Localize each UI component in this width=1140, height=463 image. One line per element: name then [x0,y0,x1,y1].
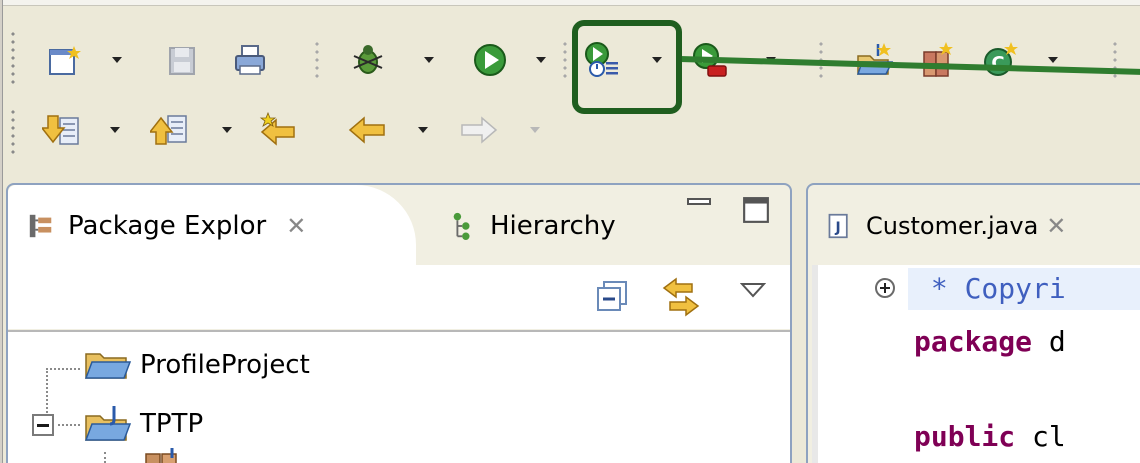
new-java-class-icon[interactable]: C [980,40,1020,80]
package-explorer-icon [26,211,56,241]
fold-expand-icon[interactable] [875,278,895,298]
next-annotation-icon[interactable] [42,110,82,150]
code-text: d [1032,325,1066,358]
code-line: package d [914,325,1066,358]
forward-dropdown[interactable] [528,110,542,150]
new-java-project-icon[interactable] [854,40,894,80]
tab-label: Package Explor [68,211,267,241]
view-menu-icon[interactable] [739,282,767,300]
close-icon[interactable]: ✕ [286,212,306,240]
print-icon[interactable] [230,40,270,80]
toolbar-grip[interactable] [10,30,16,88]
debug-dropdown[interactable] [422,40,436,80]
new-java-class-dropdown[interactable] [1046,40,1060,80]
annotation-line [679,56,1140,75]
run-dropdown[interactable] [534,40,548,80]
last-edit-location-icon[interactable] [258,110,298,150]
toolbar-separator [314,40,320,80]
toolbar-grip[interactable] [10,108,16,154]
keyword: package [914,325,1033,358]
collapse-toggle[interactable] [32,414,54,436]
forward-icon[interactable] [458,110,498,150]
minimize-view-button[interactable] [686,196,712,222]
tree-connector [46,368,80,370]
collapse-all-icon[interactable] [596,280,630,314]
window-top-border [0,0,1140,6]
highlight-box [572,20,682,114]
previous-annotation-dropdown[interactable] [220,110,234,150]
tree-connector [58,424,80,426]
editor-ruler [812,265,818,463]
tab-label: Hierarchy [490,211,616,241]
back-dropdown[interactable] [416,110,430,150]
new-wizard-dropdown[interactable] [110,40,124,80]
maximize-view-button[interactable] [742,196,769,223]
source-folder-icon [142,448,182,463]
link-with-editor-icon[interactable] [660,276,702,318]
svg-text:J: J [835,220,841,236]
save-icon[interactable] [162,40,202,80]
tree-item[interactable]: TPTP [84,404,203,444]
hierarchy-icon [448,211,478,241]
new-wizard-icon[interactable] [44,40,84,80]
folder-icon [84,348,132,382]
new-java-package-icon[interactable] [916,40,956,80]
java-project-folder-icon [84,404,132,444]
window-left-border [0,0,3,463]
previous-annotation-icon[interactable] [150,110,190,150]
toolbar-separator [562,40,568,80]
tree-item-label: TPTP [140,409,204,439]
tree-item[interactable]: ProfileProject [84,348,310,382]
run-icon[interactable] [470,40,510,80]
tab-editor-customer[interactable]: J Customer.java ✕ [818,185,1140,267]
tree-connector [104,452,106,463]
back-icon[interactable] [348,110,388,150]
close-icon[interactable]: ✕ [1046,212,1066,240]
next-annotation-dropdown[interactable] [108,110,122,150]
java-file-icon: J [824,211,854,241]
code-line: * Copyri [914,272,1066,305]
code-text: cl [1015,420,1066,453]
keyword: public [914,420,1016,453]
editor-tab-label: Customer.java [866,212,1039,240]
tab-hierarchy[interactable]: Hierarchy [412,185,662,267]
tab-package-explorer[interactable]: Package Explor ✕ [8,185,416,267]
debug-icon[interactable] [348,40,388,80]
code-line: public cl [914,420,1066,453]
tree-item-label: ProfileProject [140,350,310,380]
